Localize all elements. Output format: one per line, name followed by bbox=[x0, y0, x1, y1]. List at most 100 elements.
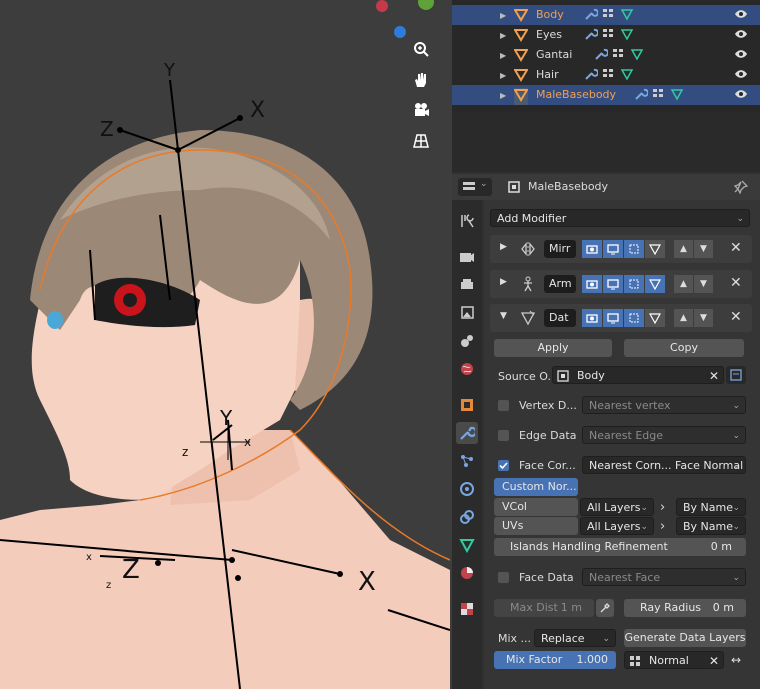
tab-modifiers[interactable] bbox=[456, 422, 478, 444]
uvs-dest-dropdown[interactable]: By Name ⌄ bbox=[676, 517, 746, 535]
face-data-checkbox[interactable] bbox=[498, 572, 509, 583]
grid-icon[interactable] bbox=[412, 132, 442, 160]
vertex-group-field[interactable]: Normal ✕ bbox=[624, 651, 724, 669]
close-icon[interactable]: ✕ bbox=[730, 309, 742, 325]
collapse-arrow-icon[interactable]: ▼ bbox=[500, 311, 507, 321]
edge-data-checkbox[interactable] bbox=[498, 430, 509, 441]
show-on-cage-toggle[interactable] bbox=[624, 275, 644, 293]
expand-arrow-icon[interactable]: ▶ bbox=[500, 91, 506, 100]
use-max-distance-toggle[interactable] bbox=[596, 599, 614, 617]
tab-material[interactable] bbox=[456, 562, 478, 584]
vertex-data-checkbox[interactable] bbox=[498, 400, 509, 411]
tab-object[interactable] bbox=[456, 394, 478, 416]
move-up-button[interactable]: ▲ bbox=[674, 240, 693, 258]
generate-data-layers-button[interactable]: Generate Data Layers bbox=[624, 629, 746, 647]
modifier-data-transfer[interactable]: ▼ Dat ▲ ▼ ✕ bbox=[490, 304, 752, 332]
clear-icon[interactable]: ✕ bbox=[709, 367, 719, 385]
modifier-armature[interactable]: ▶ Arm ▲ ▼ ✕ bbox=[490, 270, 752, 298]
show-on-cage-toggle[interactable] bbox=[624, 309, 644, 327]
edit-mode-cage-toggle[interactable] bbox=[645, 309, 665, 327]
move-up-button[interactable]: ▲ bbox=[674, 309, 693, 327]
outliner-row-hair[interactable]: ▶ Hair bbox=[452, 65, 760, 85]
mix-factor-slider[interactable]: Mix Factor 1.000 bbox=[494, 651, 616, 669]
tab-view-layer[interactable] bbox=[456, 302, 478, 324]
invert-arrows-icon[interactable]: ↔ bbox=[726, 651, 746, 669]
pin-icon[interactable] bbox=[734, 180, 748, 194]
tab-world[interactable] bbox=[456, 358, 478, 380]
eye-icon[interactable] bbox=[734, 48, 748, 63]
expand-arrow-icon[interactable]: ▶ bbox=[500, 31, 506, 40]
expand-arrow-icon[interactable]: ▶ bbox=[500, 71, 506, 80]
copy-button[interactable]: Copy bbox=[624, 339, 744, 357]
close-icon[interactable]: ✕ bbox=[730, 275, 742, 291]
show-on-cage-toggle[interactable] bbox=[624, 240, 644, 258]
expand-arrow-icon[interactable]: ▶ bbox=[500, 277, 507, 287]
outliner-row-body[interactable]: ▶ Body bbox=[452, 5, 760, 25]
islands-refinement-field[interactable]: Islands Handling Refinement 0 m bbox=[494, 538, 746, 556]
tab-output[interactable] bbox=[456, 274, 478, 296]
tab-render[interactable] bbox=[456, 246, 478, 268]
move-down-button[interactable]: ▼ bbox=[694, 240, 713, 258]
eyedropper-button[interactable] bbox=[726, 366, 746, 384]
show-in-viewport-toggle[interactable] bbox=[603, 275, 623, 293]
tab-constraints[interactable] bbox=[456, 506, 478, 528]
tab-data[interactable] bbox=[456, 534, 478, 556]
edit-mode-cage-toggle[interactable] bbox=[645, 240, 665, 258]
modifier-mirror[interactable]: ▶ Mirr ▲ ▼ ✕ bbox=[490, 235, 752, 263]
show-in-editmode-toggle[interactable] bbox=[582, 275, 602, 293]
eye-icon[interactable] bbox=[734, 88, 748, 103]
editor-type-dropdown[interactable]: ⌄ bbox=[458, 178, 492, 196]
mix-mode-dropdown[interactable]: Replace ⌄ bbox=[534, 629, 616, 647]
custom-normals-toggle[interactable]: Custom Nor... bbox=[494, 478, 578, 496]
outliner-row-gantai[interactable]: ▶ Gantai bbox=[452, 45, 760, 65]
tab-texture[interactable] bbox=[456, 598, 478, 620]
edit-mode-cage-toggle[interactable] bbox=[645, 275, 665, 293]
axis-label-x-top: X bbox=[250, 98, 265, 123]
camera-icon[interactable] bbox=[412, 101, 442, 129]
vcol-source-dropdown[interactable]: All Layers ⌄ bbox=[580, 498, 654, 516]
move-up-button[interactable]: ▲ bbox=[674, 275, 693, 293]
vcol-toggle[interactable]: VCol bbox=[494, 498, 578, 516]
face-corner-checkbox[interactable] bbox=[498, 460, 509, 471]
hand-icon[interactable] bbox=[412, 71, 442, 99]
show-in-viewport-toggle[interactable] bbox=[603, 309, 623, 327]
tab-particles[interactable] bbox=[456, 450, 478, 472]
add-modifier-dropdown[interactable]: Add Modifier ⌄ bbox=[490, 209, 750, 227]
clear-icon[interactable]: ✕ bbox=[709, 652, 719, 670]
right-panel: ▶ Body ▶ Eyes ▶ Gantai ▶ Hair ▶ MaleBase… bbox=[452, 0, 760, 689]
eye-icon[interactable] bbox=[734, 28, 748, 43]
tab-scene[interactable] bbox=[456, 330, 478, 352]
modifier-name-field[interactable]: Dat bbox=[544, 309, 576, 327]
show-in-editmode-toggle[interactable] bbox=[582, 240, 602, 258]
zoom-icon[interactable] bbox=[412, 40, 442, 68]
apply-button[interactable]: Apply bbox=[494, 339, 612, 357]
modifier-name-field[interactable]: Arm bbox=[544, 275, 576, 293]
modifier-name-field[interactable]: Mirr bbox=[544, 240, 576, 258]
eye-icon[interactable] bbox=[734, 68, 748, 83]
face-mapping-dropdown[interactable]: Nearest Face ⌄ bbox=[582, 568, 746, 586]
max-distance-field[interactable]: Max Dist 1 m bbox=[494, 599, 594, 617]
face-corner-mapping-dropdown[interactable]: Nearest Corn... Face Normal ⌄ bbox=[582, 456, 746, 474]
show-in-editmode-toggle[interactable] bbox=[582, 309, 602, 327]
ray-radius-field[interactable]: Ray Radius 0 m bbox=[624, 599, 746, 617]
move-down-button[interactable]: ▼ bbox=[694, 275, 713, 293]
eye-icon[interactable] bbox=[734, 8, 748, 23]
show-in-viewport-toggle[interactable] bbox=[603, 240, 623, 258]
vcol-dest-dropdown[interactable]: By Name ⌄ bbox=[676, 498, 746, 516]
outliner-row-eyes[interactable]: ▶ Eyes bbox=[452, 25, 760, 45]
expand-arrow-icon[interactable]: ▶ bbox=[500, 11, 506, 20]
uvs-source-dropdown[interactable]: All Layers ⌄ bbox=[580, 517, 654, 535]
expand-arrow-icon[interactable]: ▶ bbox=[500, 242, 507, 252]
close-icon[interactable]: ✕ bbox=[730, 240, 742, 256]
vertex-mapping-dropdown[interactable]: Nearest vertex ⌄ bbox=[582, 396, 746, 414]
outliner-row-malebasebody[interactable]: ▶ MaleBasebody bbox=[452, 85, 760, 105]
3d-viewport[interactable]: Y X Z Y x z Z X z x bbox=[0, 0, 450, 689]
source-object-field[interactable]: Body ✕ bbox=[552, 366, 724, 384]
edge-mapping-dropdown[interactable]: Nearest Edge ⌄ bbox=[582, 426, 746, 444]
max-distance-value: 1 m bbox=[560, 601, 582, 614]
move-down-button[interactable]: ▼ bbox=[694, 309, 713, 327]
expand-arrow-icon[interactable]: ▶ bbox=[500, 51, 506, 60]
tab-tool[interactable] bbox=[456, 210, 478, 232]
uvs-toggle[interactable]: UVs bbox=[494, 517, 578, 535]
tab-physics[interactable] bbox=[456, 478, 478, 500]
